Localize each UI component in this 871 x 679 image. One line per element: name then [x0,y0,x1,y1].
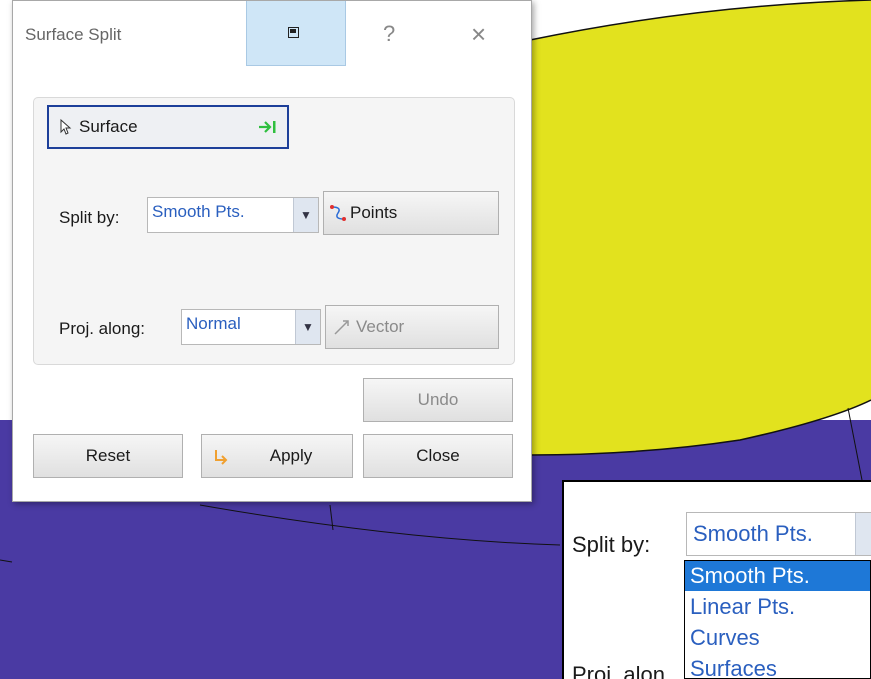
proj-along-label: Proj. along: [59,319,145,338]
undo-label: Undo [417,390,459,409]
chevron-down-icon[interactable]: ▼ [295,310,320,344]
apply-button[interactable]: Apply [201,434,353,478]
restore-icon [288,27,299,38]
split-by-combo[interactable]: Smooth Pts. ▼ [147,197,319,233]
arrow-right-bar-icon [259,121,276,133]
close-button[interactable]: Close [363,434,513,478]
dialog-title: Surface Split [25,25,122,44]
cursor-icon [60,118,72,135]
reset-button[interactable]: Reset [33,434,183,478]
restore-button[interactable] [246,1,346,66]
inset-split-by-value: Smooth Pts. [693,521,813,546]
yellow-surface [530,0,871,455]
dropdown-option[interactable]: Curves [685,623,870,653]
surface-button-label: Surface [79,117,138,136]
dropdown-option[interactable]: Surfaces [685,654,870,678]
inset-split-by-combo[interactable]: Smooth Pts. [686,512,871,556]
split-by-dropdown-list[interactable]: Smooth Pts. Linear Pts. Curves Surfaces [684,560,871,679]
points-button[interactable]: Points [323,191,499,235]
inset-proj-along-label: Proj. alon [572,662,665,679]
close-icon[interactable]: × [471,19,486,50]
proj-along-combo[interactable]: Normal ▼ [181,309,321,345]
split-by-value: Smooth Pts. [152,202,245,221]
help-icon[interactable]: ? [383,21,395,47]
reset-label: Reset [85,446,131,465]
undo-button[interactable]: Undo [363,378,513,422]
close-label: Close [416,446,460,465]
surface-select-button[interactable]: Surface [47,105,289,149]
title-bar[interactable]: Surface Split ? × [13,1,531,67]
points-button-label: Points [350,203,398,222]
vector-button-label: Vector [356,317,405,336]
vector-icon [334,320,349,335]
apply-label: Apply [269,446,313,465]
proj-along-value: Normal [186,314,241,333]
apply-arrow-icon [215,450,228,465]
points-icon [330,205,346,221]
vector-button[interactable]: Vector [325,305,499,349]
chevron-down-icon[interactable]: ▼ [293,198,318,232]
inset-chevron-down-icon[interactable] [855,513,871,555]
dropdown-option[interactable]: Linear Pts. [685,592,870,622]
split-by-label: Split by: [59,208,120,227]
dropdown-option[interactable]: Smooth Pts. [685,561,870,591]
surface-split-dialog: Surface Split ? × Surface Split by: Smoo… [12,0,532,502]
inset-split-by-label: Split by: [572,532,651,557]
